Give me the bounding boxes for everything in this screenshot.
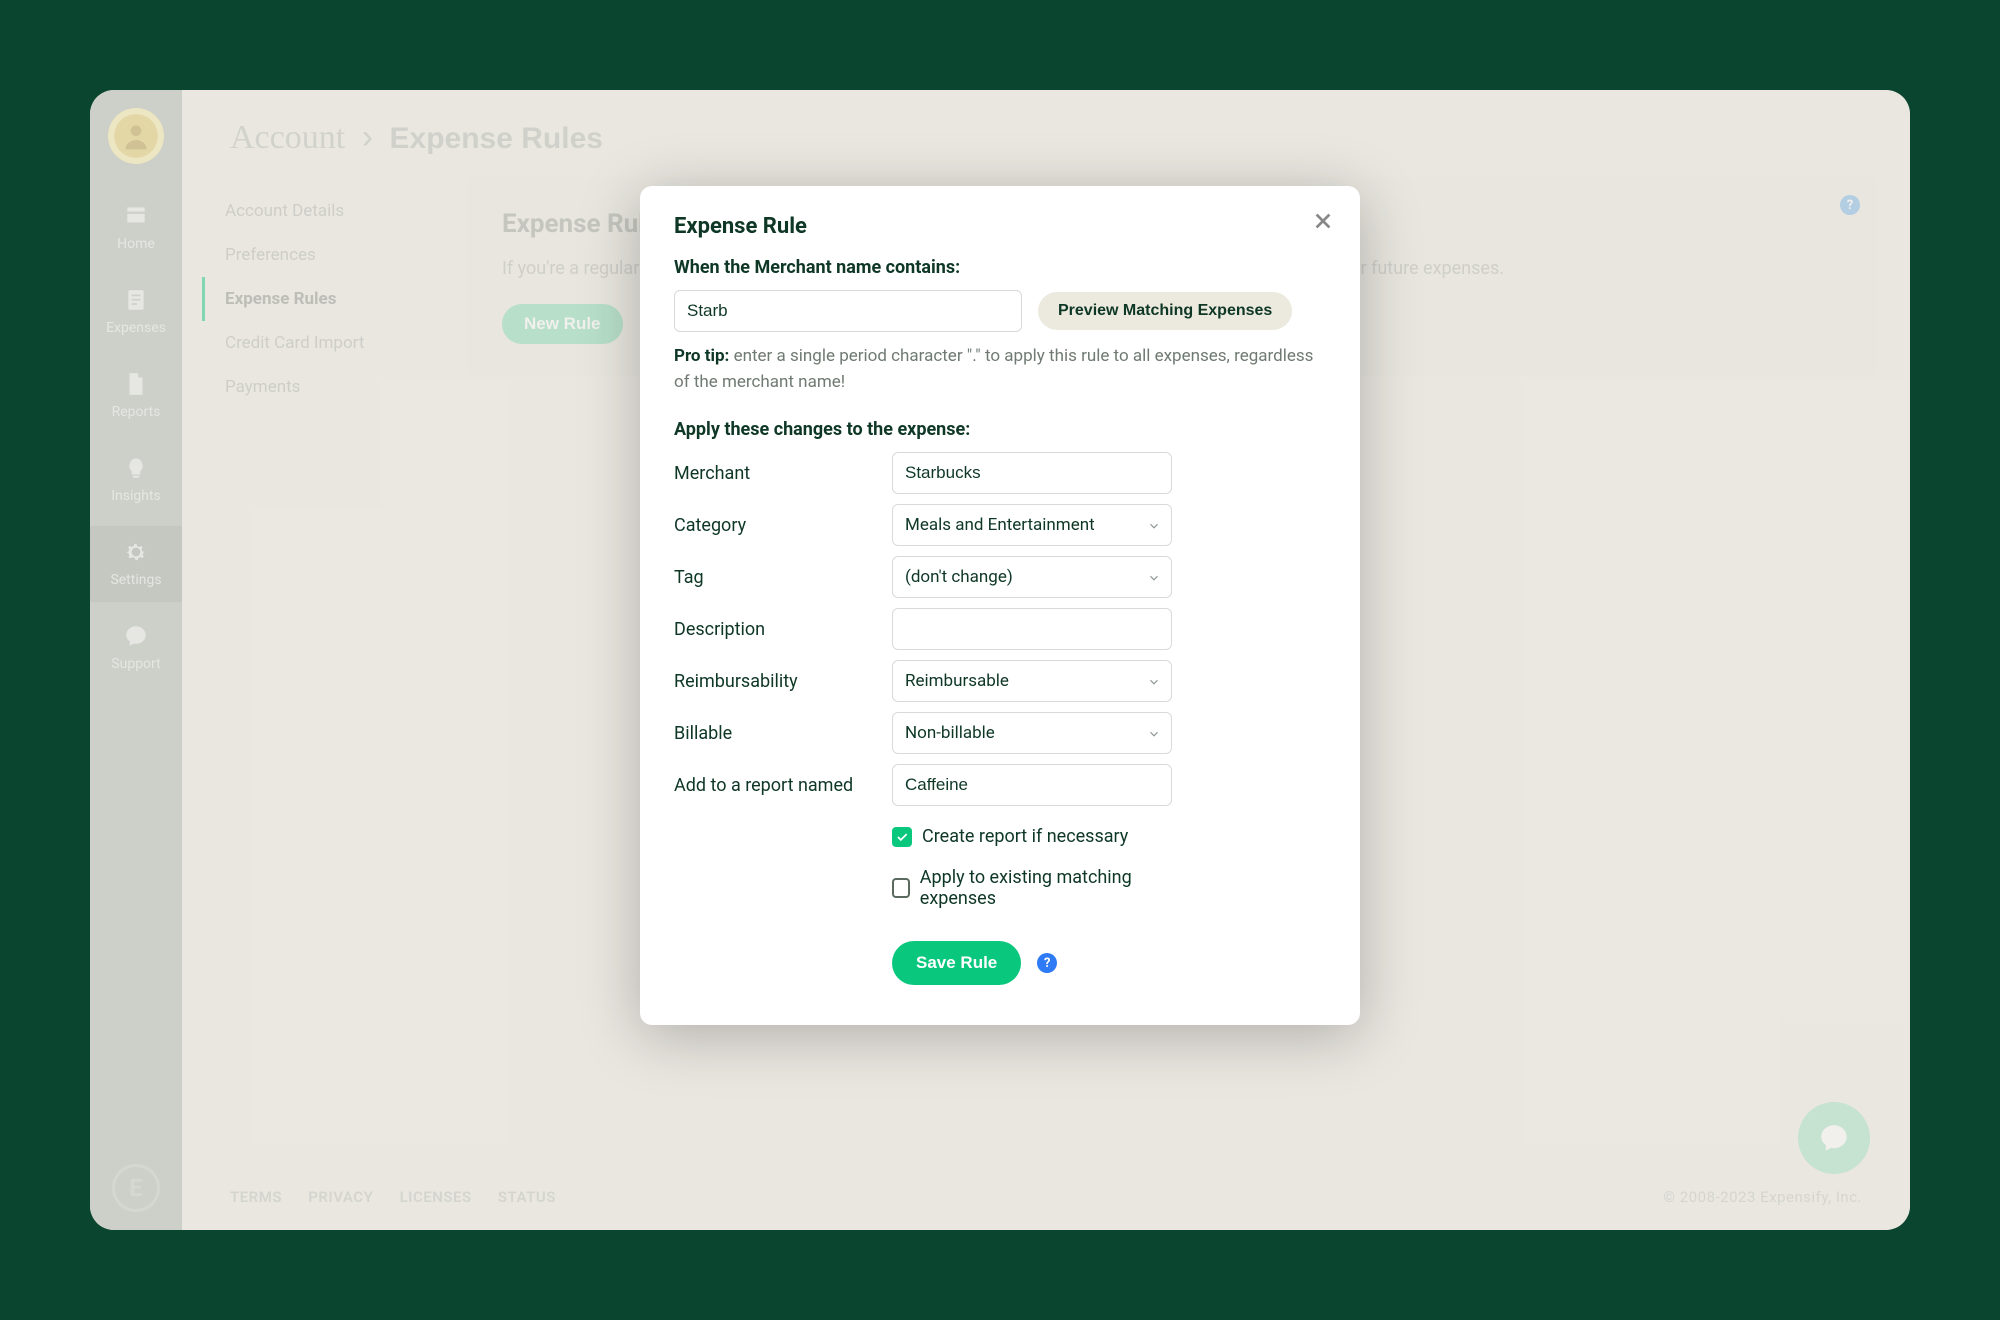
select-value: Reimbursable — [905, 671, 1009, 691]
description-input[interactable] — [892, 608, 1172, 650]
merchant-input[interactable] — [892, 452, 1172, 494]
close-icon — [1312, 210, 1334, 232]
section-merchant-contains-title: When the Merchant name contains: — [674, 257, 1326, 278]
label-billable: Billable — [674, 723, 892, 744]
label-reimbursability: Reimbursability — [674, 671, 892, 692]
billable-select[interactable]: Non-billable — [892, 712, 1172, 754]
select-value: (don't change) — [905, 567, 1013, 587]
label-description: Description — [674, 619, 892, 640]
pro-tip-body: enter a single period character "." to a… — [674, 346, 1313, 392]
label-category: Category — [674, 515, 892, 536]
section-apply-changes-title: Apply these changes to the expense: — [674, 419, 1326, 440]
help-icon[interactable]: ? — [1037, 953, 1057, 973]
checkbox-label: Create report if necessary — [922, 826, 1128, 847]
chevron-down-icon — [1147, 518, 1161, 532]
label-tag: Tag — [674, 567, 892, 588]
category-select[interactable]: Meals and Entertainment — [892, 504, 1172, 546]
close-button[interactable] — [1308, 206, 1338, 236]
button-label: Preview Matching Expenses — [1058, 302, 1272, 319]
modal-title: Expense Rule — [674, 214, 1326, 239]
check-icon — [895, 830, 909, 844]
create-report-checkbox-row: Create report if necessary — [892, 826, 1172, 847]
chevron-down-icon — [1147, 674, 1161, 688]
create-report-checkbox[interactable] — [892, 827, 912, 847]
apply-existing-checkbox[interactable] — [892, 878, 910, 898]
save-rule-button[interactable]: Save Rule — [892, 941, 1021, 985]
app-window: Home Expenses Reports Insights Settings … — [90, 90, 1910, 1230]
select-value: Meals and Entertainment — [905, 515, 1095, 535]
chevron-down-icon — [1147, 726, 1161, 740]
pro-tip-text: Pro tip: enter a single period character… — [674, 344, 1326, 395]
pro-tip-label: Pro tip: — [674, 346, 729, 366]
checkbox-label: Apply to existing matching expenses — [920, 867, 1172, 909]
label-merchant: Merchant — [674, 463, 892, 484]
modal-overlay[interactable]: Expense Rule When the Merchant name cont… — [90, 90, 1910, 1230]
label-add-to-report: Add to a report named — [674, 775, 892, 796]
reimbursability-select[interactable]: Reimbursable — [892, 660, 1172, 702]
expense-rule-modal: Expense Rule When the Merchant name cont… — [640, 186, 1360, 1025]
preview-matching-button[interactable]: Preview Matching Expenses — [1038, 292, 1292, 330]
apply-existing-checkbox-row: Apply to existing matching expenses — [892, 867, 1172, 909]
rule-form: Merchant Category Meals and Entertainmen… — [674, 452, 1326, 985]
merchant-contains-input[interactable] — [674, 290, 1022, 332]
select-value: Non-billable — [905, 723, 995, 743]
chevron-down-icon — [1147, 570, 1161, 584]
tag-select[interactable]: (don't change) — [892, 556, 1172, 598]
add-to-report-input[interactable] — [892, 764, 1172, 806]
button-label: Save Rule — [916, 953, 997, 972]
